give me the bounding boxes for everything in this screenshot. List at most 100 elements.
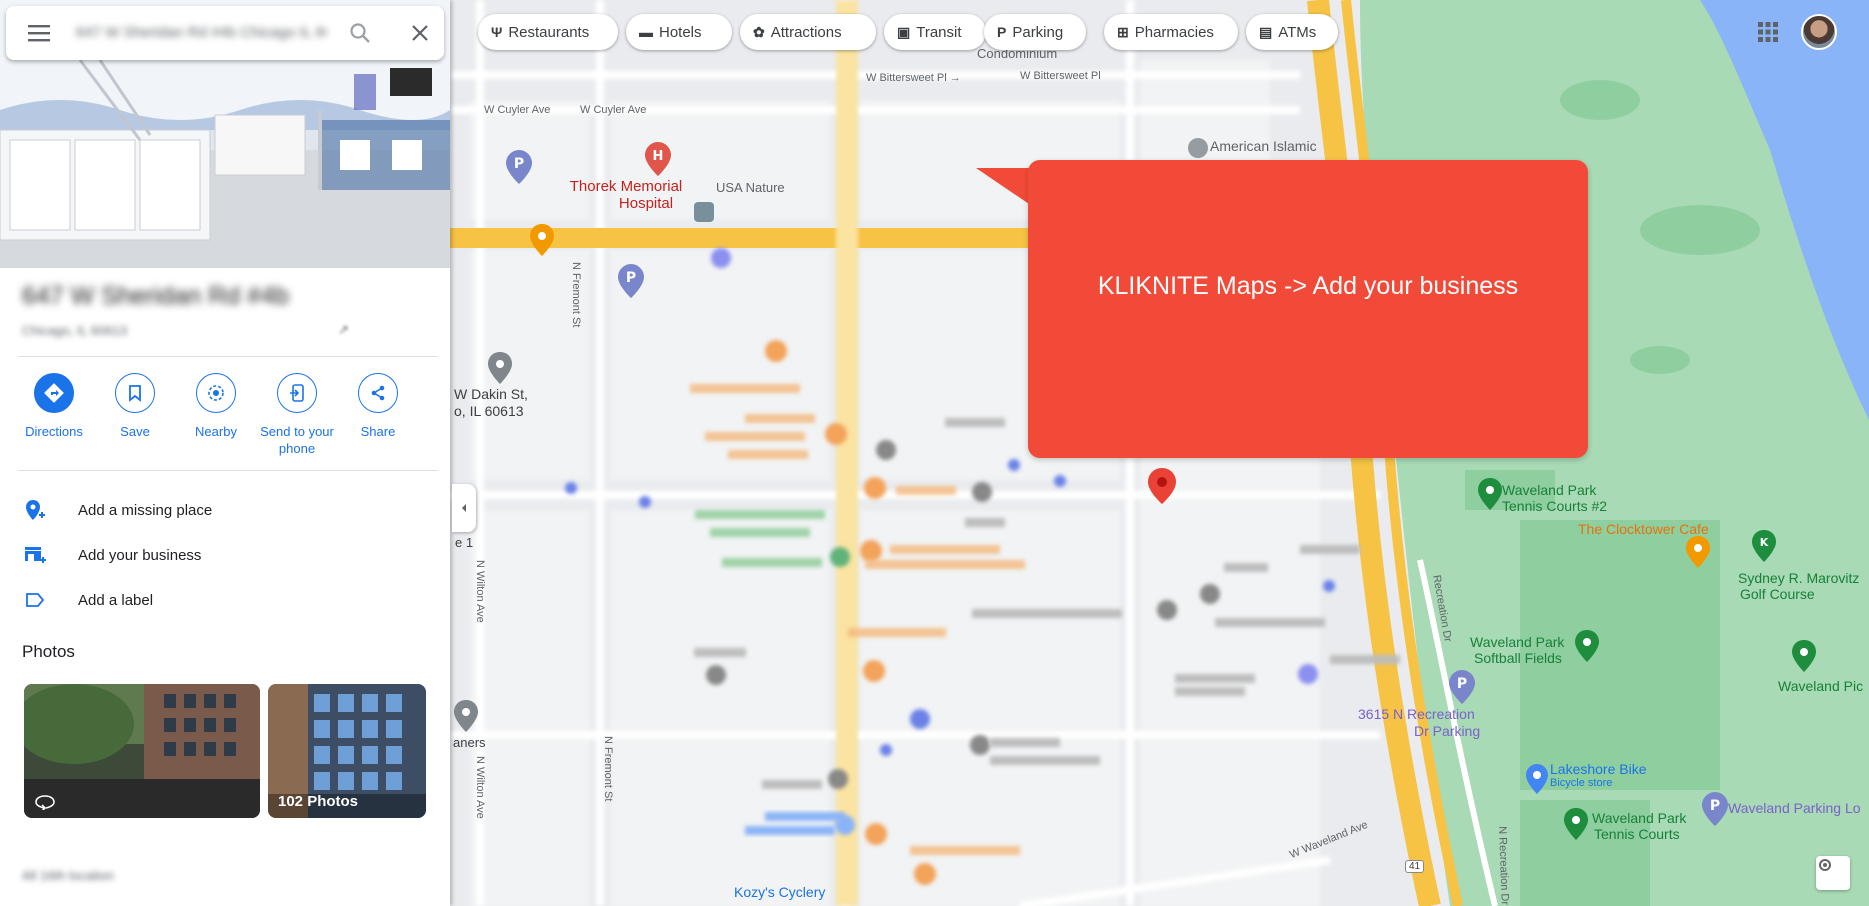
- nearby-icon: [208, 385, 224, 401]
- apps-grid-icon[interactable]: [1756, 20, 1780, 44]
- parking-pin-icon[interactable]: P: [506, 150, 532, 184]
- transit-pin-icon[interactable]: [692, 200, 716, 224]
- selected-place-pin-icon[interactable]: [1148, 468, 1176, 504]
- hotel-icon: ▬: [639, 24, 653, 40]
- street-label: W Cuyler Ave: [484, 104, 551, 116]
- photo-count: 102 Photos: [278, 793, 359, 810]
- share-icon: [371, 385, 385, 401]
- divider: [18, 356, 438, 357]
- callout-pointer: [976, 168, 1032, 206]
- photos-heading: Photos: [22, 642, 75, 661]
- chip-transit[interactable]: ▣ Transit: [884, 14, 986, 50]
- add-your-business-label: Add your business: [78, 546, 202, 564]
- add-your-business-row[interactable]: Add your business: [22, 540, 422, 570]
- nearby-button[interactable]: Nearby: [174, 373, 258, 440]
- hospital-pin-icon[interactable]: H: [645, 142, 671, 176]
- my-location-button[interactable]: [1816, 856, 1850, 890]
- street-label: N Fremont St: [570, 262, 582, 328]
- cafe-label: The Clocktower Cafe: [1578, 521, 1709, 537]
- search-box[interactable]: 647 W Sheridan Rd #4b Chicago IL 60613: [6, 6, 444, 60]
- photos-gallery[interactable]: 102 Photos: [268, 684, 426, 818]
- menu-icon[interactable]: [28, 23, 52, 43]
- street-view-icon: [35, 795, 55, 810]
- place-subtitle: Chicago, IL 60613: [22, 323, 128, 338]
- directions-button[interactable]: Directions: [12, 373, 96, 440]
- save-button[interactable]: Save: [93, 373, 177, 440]
- attractions-icon: ✿: [753, 23, 765, 40]
- callout-text: KLIKNITE Maps -> Add your business: [1097, 271, 1519, 300]
- park-pin-icon[interactable]: [1792, 640, 1816, 672]
- share-button[interactable]: Share: [336, 373, 420, 440]
- park-label: Waveland Pic: [1778, 678, 1864, 694]
- place-label: e 1: [455, 535, 474, 550]
- street-label: N Wilton Ave: [474, 560, 486, 623]
- parking-label: Waveland Parking Lo: [1728, 800, 1861, 816]
- place-header: 647 W Sheridan Rd #4b Chicago, IL 60613 …: [22, 282, 432, 338]
- street-label: W Bittersweet Pl: [1020, 70, 1101, 82]
- svg-text:P: P: [514, 156, 524, 172]
- street-view-image: [24, 684, 260, 818]
- restaurant-pin-icon[interactable]: [530, 224, 554, 256]
- action-buttons: Directions Save Nearby Send to your phon…: [12, 373, 432, 463]
- route-shield: 41: [1405, 860, 1425, 873]
- chip-atms[interactable]: ▤ ATMs: [1246, 14, 1338, 50]
- parking-label: 3615 N Recreation Dr Parking: [1358, 706, 1481, 739]
- street-view-photo[interactable]: [24, 684, 260, 818]
- chip-attractions[interactable]: ✿ Attractions: [740, 14, 876, 50]
- street-label: N Wilton Ave: [474, 756, 486, 819]
- place-label: W Dakin St, o, IL 60613: [454, 386, 528, 419]
- place-label: Kozy's Cyclery: [734, 884, 826, 900]
- place-hero-photo[interactable]: 647 W Sheridan Rd #4b Chicago IL 60613: [0, 0, 450, 268]
- mosque-pin-icon[interactable]: [1186, 136, 1210, 160]
- chip-pharmacies[interactable]: ⊞ Pharmacies: [1104, 14, 1238, 50]
- svg-text:P: P: [1710, 798, 1720, 814]
- golf-label: Sydney R. Marovitz Golf Course: [1738, 570, 1860, 602]
- location-pin-icon[interactable]: [454, 700, 478, 732]
- label-icon: [26, 593, 45, 607]
- search-input[interactable]: 647 W Sheridan Rd #4b Chicago IL 60613: [76, 24, 326, 42]
- place-label: USA Nature: [716, 180, 785, 195]
- account-avatar[interactable]: [1801, 14, 1837, 50]
- park-label: Waveland Park Tennis Courts #2: [1502, 482, 1608, 514]
- park-pin-icon[interactable]: [1564, 808, 1588, 840]
- park-label: Waveland Park Softball Fields: [1470, 634, 1565, 666]
- street-label: W Cuyler Ave: [580, 104, 647, 116]
- directions-icon: [44, 383, 64, 403]
- collapse-panel-button[interactable]: [452, 484, 476, 532]
- restaurant-icon: Ψ: [491, 24, 503, 40]
- chip-parking[interactable]: P Parking: [984, 14, 1086, 50]
- parking-pin-icon[interactable]: P: [618, 264, 644, 298]
- chip-hotels[interactable]: ▬ Hotels: [626, 14, 732, 50]
- place-label: American Islamic: [1210, 138, 1317, 154]
- parking-pin-icon[interactable]: P: [1449, 670, 1475, 704]
- parking-icon: P: [997, 24, 1007, 40]
- location-pin-icon[interactable]: [488, 352, 512, 384]
- chip-restaurants[interactable]: Ψ Restaurants: [478, 14, 618, 50]
- send-to-phone-button[interactable]: Send to your phone: [255, 373, 339, 457]
- blurred-footer-text: All 16th location: [22, 868, 114, 883]
- add-missing-place-row[interactable]: Add a missing place: [22, 495, 422, 525]
- divider: [18, 470, 438, 471]
- chevron-left-icon: [462, 504, 466, 512]
- park-pin-icon[interactable]: [1478, 478, 1502, 510]
- street-label: N Fremont St: [602, 736, 614, 802]
- hospital-label: Thorek Memorial Hospital: [569, 178, 683, 212]
- bike-shop-pin-icon[interactable]: [1526, 764, 1548, 794]
- place-label: aners: [453, 735, 486, 750]
- close-icon[interactable]: [408, 21, 432, 45]
- my-location-icon: [1819, 859, 1831, 871]
- parking-pin-icon[interactable]: P: [1702, 792, 1728, 826]
- transit-icon: ▣: [897, 23, 911, 40]
- add-label-label: Add a label: [78, 591, 154, 609]
- add-missing-place-label: Add a missing place: [78, 501, 213, 519]
- add-label-row[interactable]: Add a label: [22, 585, 422, 615]
- add-location-icon: [26, 500, 45, 520]
- golf-pin-icon[interactable]: K: [1752, 530, 1776, 562]
- cafe-pin-icon[interactable]: [1686, 536, 1710, 568]
- instruction-callout: KLIKNITE Maps -> Add your business: [1028, 160, 1588, 458]
- atm-icon: ▤: [1259, 23, 1273, 40]
- svg-text:P: P: [1457, 676, 1467, 692]
- search-icon[interactable]: [348, 21, 372, 45]
- svg-text:H: H: [653, 149, 664, 164]
- park-pin-icon[interactable]: [1575, 630, 1599, 662]
